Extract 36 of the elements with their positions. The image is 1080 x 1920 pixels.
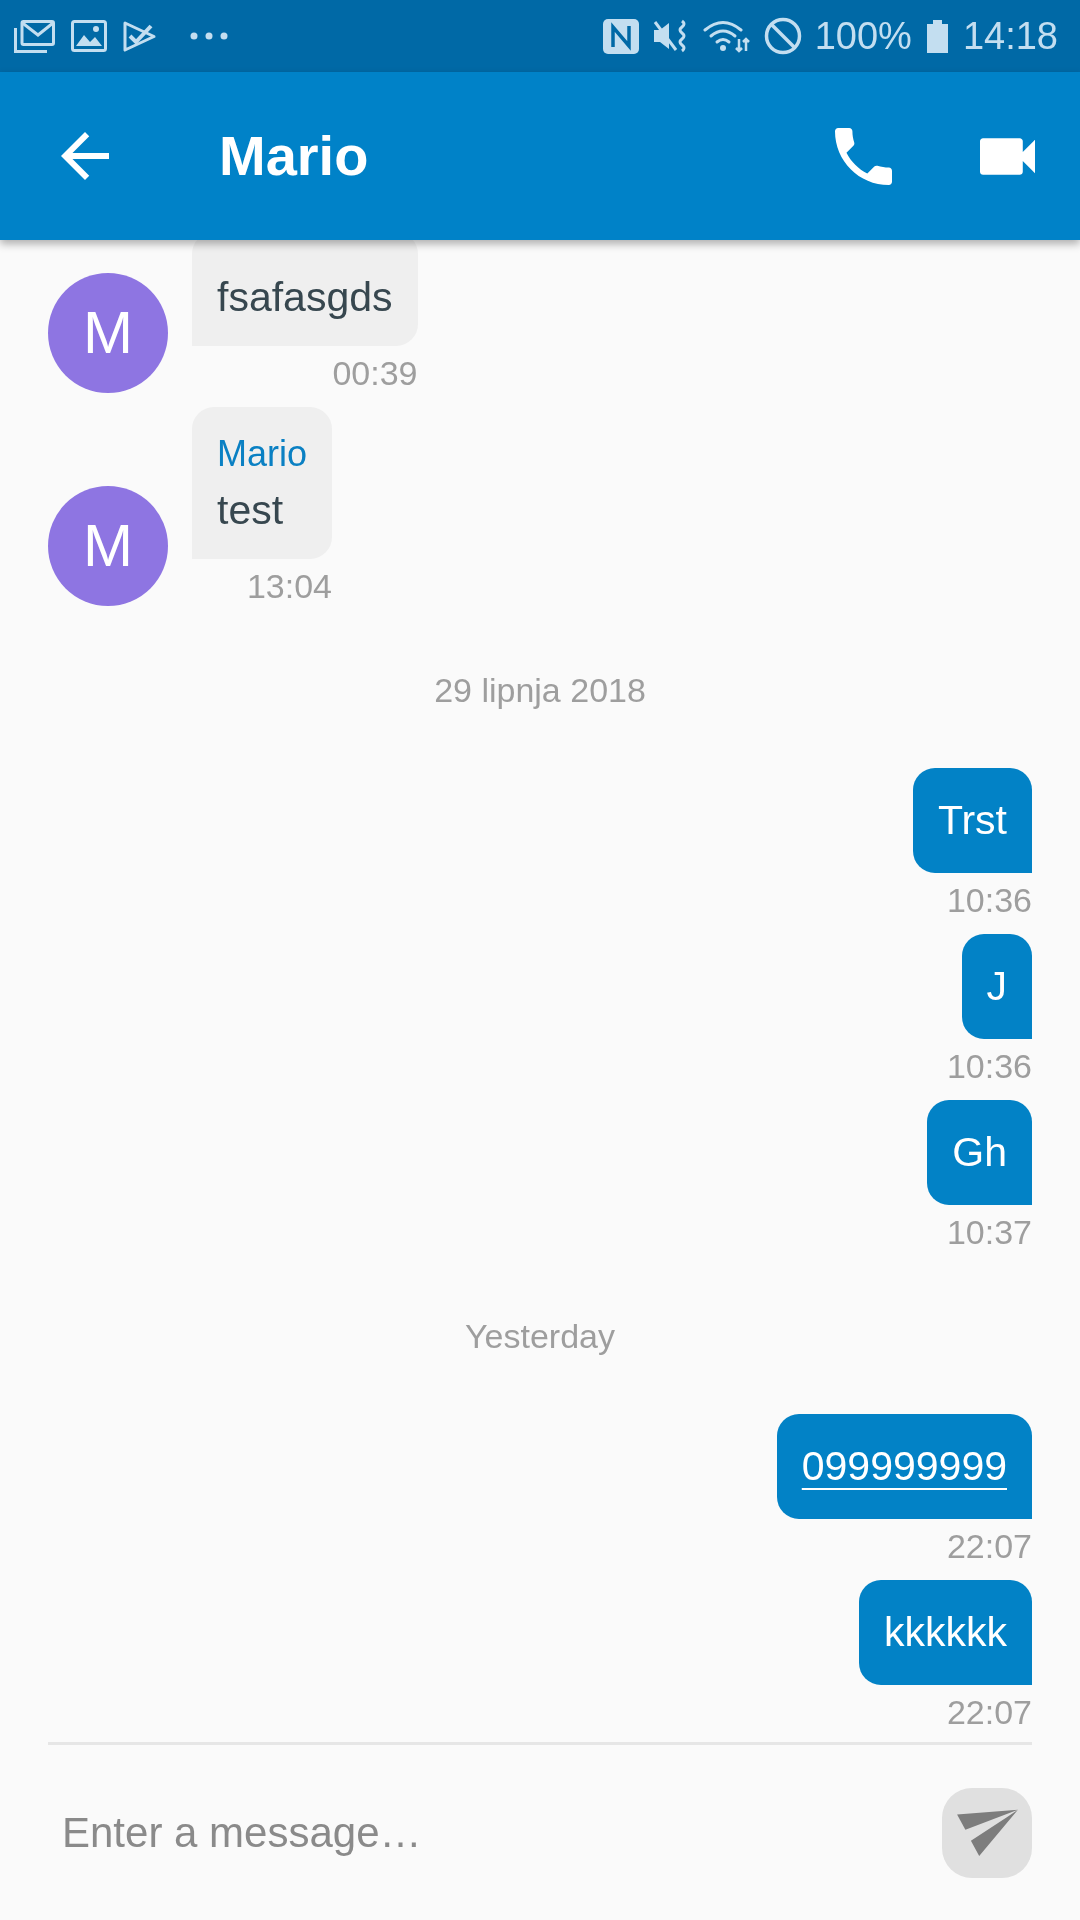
avatar: M	[48, 486, 168, 606]
message-text: kkkkkk	[884, 1609, 1007, 1656]
mail-icon	[14, 19, 55, 53]
message-time: 22:07	[946, 1526, 1032, 1566]
date-separator: Yesterday	[465, 1316, 615, 1356]
contact-name: Mario	[219, 124, 369, 188]
battery-icon	[924, 19, 950, 53]
message-input[interactable]: Enter a message…	[48, 1807, 942, 1858]
clock-time: 14:18	[962, 14, 1058, 58]
image-icon	[71, 20, 107, 52]
message-time: 10:36	[946, 1046, 1032, 1086]
message-time: 22:07	[946, 1692, 1032, 1732]
message-text: test	[217, 486, 284, 535]
pennant-check-icon	[123, 20, 156, 52]
message-time: 13:04	[246, 566, 333, 606]
video-camera-icon	[980, 137, 1035, 175]
date-separator: 29 lipnja 2018	[434, 670, 646, 710]
nfc-icon	[602, 18, 639, 54]
wifi-icon	[702, 19, 751, 53]
message-time: 10:36	[946, 880, 1032, 920]
avatar: M	[48, 273, 168, 393]
battery-percent: 100%	[814, 14, 912, 58]
phone-number-link[interactable]: 099999999	[801, 1443, 1007, 1490]
message-text: fsafasgds	[217, 273, 393, 322]
phone-icon	[835, 127, 892, 185]
send-button[interactable]	[942, 1787, 1032, 1878]
sender-name: Mario	[217, 433, 308, 475]
message-text: J	[986, 963, 1007, 1010]
more-dots-icon	[190, 32, 228, 40]
blocked-icon	[763, 17, 802, 55]
back-arrow-icon	[61, 132, 109, 180]
message-time: 00:39	[332, 353, 418, 393]
message-text: Gh	[952, 1129, 1007, 1176]
message-text: Trst	[937, 797, 1007, 844]
message-time: 10:37	[946, 1212, 1032, 1252]
send-icon	[956, 1809, 1018, 1856]
